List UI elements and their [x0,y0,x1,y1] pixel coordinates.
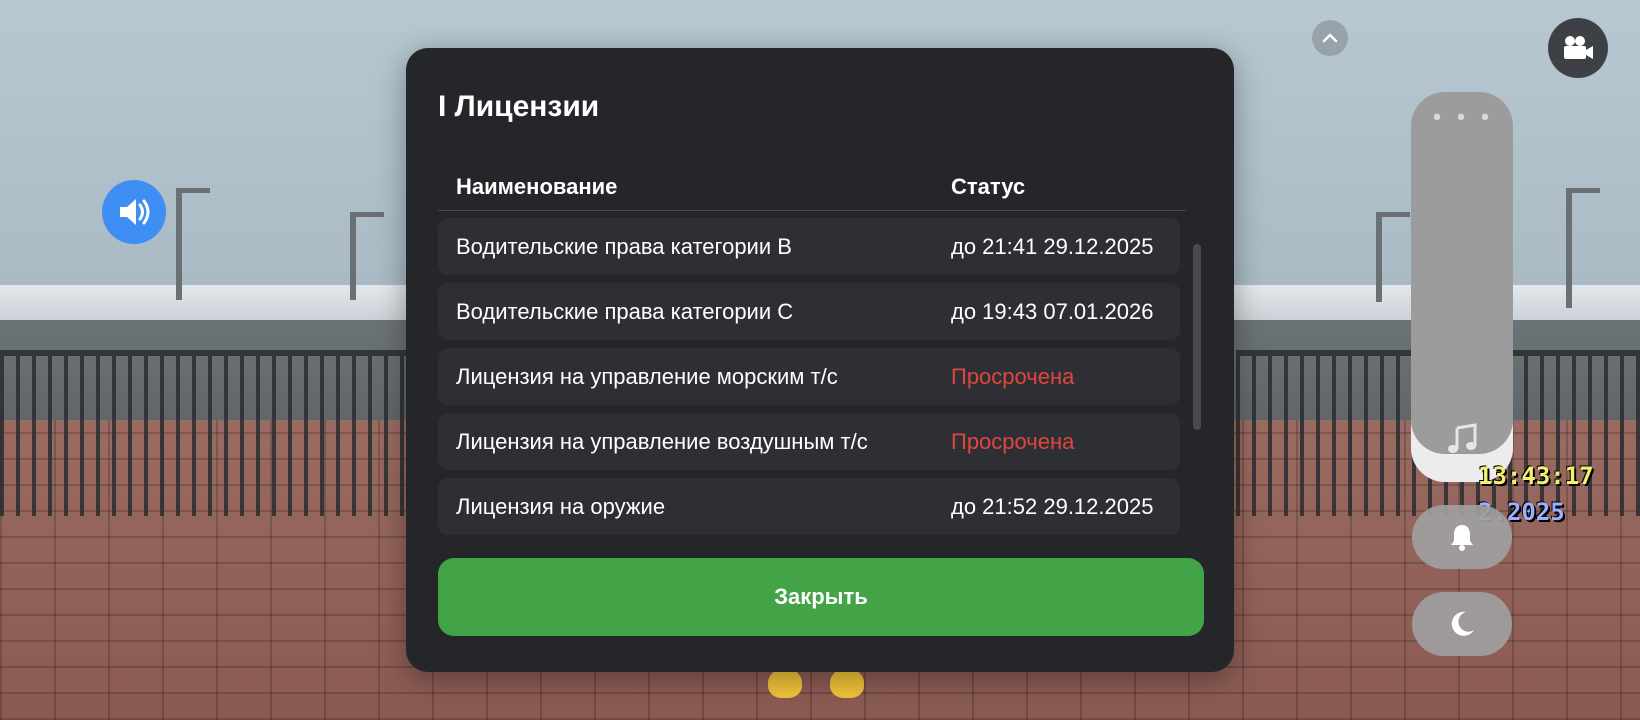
table-row: Водительские права категории C до 19:43 … [438,283,1180,340]
table-row: Лицензия на оружие до 21:52 29.12.2025 [438,478,1180,535]
license-name: Лицензия на оружие [456,494,666,519]
bell-icon [1451,525,1473,551]
more-dots-icon[interactable]: • • • [1411,108,1513,130]
column-header-name: Наименование [456,174,618,199]
licenses-list[interactable]: Водительские права категории B до 21:41 … [438,218,1194,570]
table-row: Лицензия на управление морским т/с Проср… [438,348,1180,405]
music-note-icon[interactable] [1445,422,1479,460]
left-railing [0,350,410,516]
game-scene: • • • 13:43:17 2.2025 I Лицензии Наимено… [0,0,1640,720]
notifications-button[interactable] [1412,505,1512,569]
chevron-up-icon [1322,33,1338,43]
sound-button[interactable] [102,180,166,244]
close-button[interactable]: Закрыть [438,558,1204,636]
license-name: Водительские права категории B [456,234,792,259]
moon-icon [1451,611,1474,636]
speaker-icon [120,199,150,225]
license-name: Водительские права категории C [456,299,794,324]
license-name: Лицензия на управление морским т/с [456,364,838,389]
license-name: Лицензия на управление воздушным т/с [456,429,868,454]
character-foot [830,668,864,698]
video-camera-icon [1564,36,1593,59]
character-foot [768,668,802,698]
column-header-status: Статус [951,174,1026,199]
camera-button[interactable] [1548,18,1608,78]
street-lamp [1376,212,1410,302]
hud-time: 13:43:17 [1478,462,1594,490]
license-status: Просрочена [951,429,1075,454]
list-scrollbar[interactable] [1193,244,1201,430]
side-panel: • • • [1411,92,1513,482]
table-row: Водительские права категории B до 21:41 … [438,218,1180,275]
table-header: Наименование Статус [438,164,1186,211]
street-lamp [1566,188,1600,308]
street-lamp [350,212,384,300]
modal-title: I Лицензии [438,90,600,123]
license-status: Просрочена [951,364,1075,389]
street-lamp [176,188,210,300]
table-row: Лицензия на управление воздушным т/с Про… [438,413,1180,470]
collapse-button[interactable] [1312,20,1348,56]
license-status: до 21:41 29.12.2025 [951,234,1154,259]
license-status: до 19:43 07.01.2026 [951,299,1154,324]
night-mode-button[interactable] [1412,592,1512,656]
licenses-modal: I Лицензии Наименование Статус Водительс… [406,48,1234,672]
license-status: до 21:52 29.12.2025 [951,494,1154,519]
